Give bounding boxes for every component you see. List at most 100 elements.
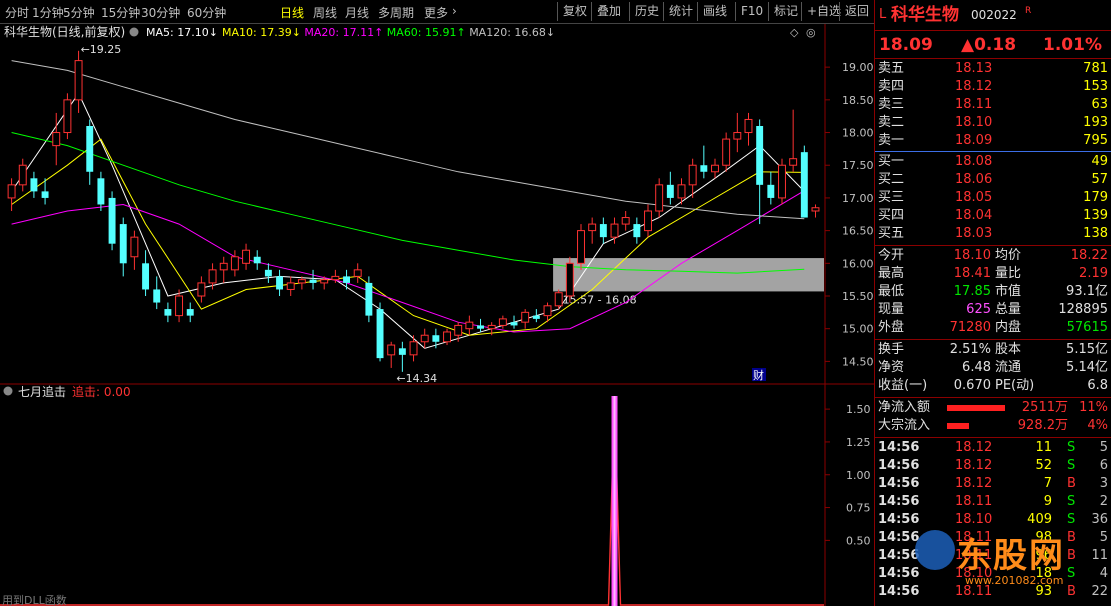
- candle-body: [744, 118, 753, 134]
- tick-price: 18.11: [955, 548, 993, 563]
- candle-body: [789, 158, 798, 166]
- bid-volume: 57: [1091, 172, 1108, 187]
- toolbar-button[interactable]: 叠加: [591, 2, 626, 21]
- period-tab[interactable]: 多周期: [378, 4, 414, 21]
- divider: [875, 397, 1111, 398]
- r-flag: R: [1025, 6, 1032, 16]
- candle-body: [286, 282, 295, 290]
- tick-price: 18.12: [955, 440, 993, 455]
- period-tab[interactable]: 15分钟: [101, 4, 140, 21]
- quote-header: L 科华生物 002022 R: [875, 4, 1111, 26]
- period-toolbar: 分时 1分钟 5分钟 15分钟 30分钟 60分钟 日线 周线 月线 多周期 更多 › 复权 叠加 历史 统计…: [0, 0, 874, 24]
- tick-side: S: [1067, 494, 1076, 509]
- price-change-pct: 1.01%: [1043, 35, 1102, 55]
- stat-label: 今开: [878, 248, 905, 263]
- sub-dropdown-icon[interactable]: [3, 386, 13, 396]
- tick-volume: 96: [1035, 548, 1052, 563]
- candle-body: [700, 165, 708, 172]
- divider: [875, 30, 1111, 31]
- stat-label: 净资: [878, 360, 905, 375]
- candle-body: [108, 197, 116, 244]
- stat-value: 17.85: [953, 284, 991, 299]
- dll-note: 用到DLL函数: [2, 594, 67, 606]
- stat-value: 5.14亿: [1066, 360, 1108, 375]
- ask-label: 卖五: [878, 61, 905, 76]
- divider: [875, 339, 1111, 340]
- ask-row: 卖四 18.12 153: [875, 78, 1111, 96]
- stat-label: 量比: [995, 266, 1022, 281]
- price-change: ▲0.18: [961, 35, 1017, 55]
- period-tab[interactable]: 1分钟: [32, 4, 64, 21]
- sub-y-tick-label: 0.75: [846, 502, 871, 515]
- candle-body: [387, 344, 396, 356]
- kline-chart[interactable]: 科华生物(日线,前复权) MA5: 17.10↓ MA10: 17.39↓ MA20:…: [0, 24, 874, 606]
- toolbar-button[interactable]: 历史: [629, 2, 664, 21]
- period-tab[interactable]: 更多: [424, 4, 448, 21]
- candle-body: [465, 321, 474, 330]
- stock-title: 科华生物(日线,前复权): [4, 24, 125, 39]
- tick-count: 36: [1091, 512, 1108, 527]
- toolbar-button[interactable]: 标记: [768, 2, 803, 21]
- tick-volume: 7: [1043, 476, 1052, 491]
- tick-time: 14:56: [878, 584, 920, 599]
- y-tick-label: 15.00: [842, 323, 874, 336]
- dropdown-icon[interactable]: [129, 27, 139, 37]
- stat-label: PE(动): [995, 378, 1035, 393]
- candle-body: [800, 152, 808, 218]
- y-tick-label: 18.50: [842, 94, 874, 107]
- stat-label: 股本: [995, 342, 1022, 357]
- bid-price: 18.03: [955, 226, 993, 241]
- ma-legend: MA120: 16.68↓: [469, 26, 555, 39]
- tick-count: 6: [1099, 458, 1108, 473]
- period-tab[interactable]: 5分钟: [63, 4, 95, 21]
- ask-row: 卖二 18.10 193: [875, 114, 1111, 132]
- stat-value: 71280: [949, 320, 991, 335]
- stat-label: 最高: [878, 266, 905, 281]
- bid-row: 买四 18.04 139: [875, 207, 1111, 225]
- ask-price: 18.11: [955, 97, 993, 112]
- stat-label: 现量: [878, 302, 905, 317]
- circle-icon[interactable]: ◎: [806, 26, 816, 39]
- cai-marker[interactable]: 财: [753, 368, 764, 382]
- bid-volume: 49: [1091, 154, 1108, 169]
- diamond-icon[interactable]: ◇: [790, 26, 799, 39]
- toolbar-button[interactable]: 统计: [663, 2, 698, 21]
- bid-price: 18.08: [955, 154, 993, 169]
- tick-row: 14:56 18.10 18 S 4: [875, 565, 1111, 583]
- period-tab[interactable]: 30分钟: [141, 4, 180, 21]
- toolbar-button[interactable]: F10: [735, 2, 768, 21]
- bid-volume: 138: [1083, 226, 1108, 241]
- indicator-spike-core: [613, 396, 616, 606]
- candle-body: [230, 256, 239, 271]
- stat-value: 18.41: [953, 266, 991, 281]
- ask-label: 卖二: [878, 115, 905, 130]
- bid-label: 买二: [878, 172, 905, 187]
- divider: [875, 245, 1111, 246]
- bid-row: 买五 18.03 138: [875, 225, 1111, 243]
- candle-body: [644, 210, 652, 232]
- period-tab[interactable]: 月线: [345, 4, 369, 21]
- toolbar-button[interactable]: 返回: [839, 2, 874, 21]
- period-tab[interactable]: 日线: [280, 4, 304, 21]
- ask-row: 卖三 18.11 63: [875, 96, 1111, 114]
- more-chevron-icon[interactable]: ›: [452, 4, 457, 18]
- tick-count: 22: [1091, 584, 1108, 599]
- stat-row: 现量 625 总量 128895: [875, 301, 1111, 319]
- toolbar-button[interactable]: 画线: [697, 2, 732, 21]
- period-tab[interactable]: 周线: [313, 4, 337, 21]
- bid-row: 买一 18.08 49: [875, 153, 1111, 171]
- divider: [875, 151, 1111, 152]
- tick-row: 14:56 18.12 11 S 5: [875, 439, 1111, 457]
- candle-body: [510, 322, 518, 326]
- y-tick-label: 19.00: [842, 61, 874, 74]
- candle-body: [599, 224, 607, 238]
- candle-body: [420, 334, 429, 343]
- candle-body: [276, 276, 284, 290]
- candle-body: [621, 217, 630, 225]
- period-tab[interactable]: 60分钟: [187, 4, 226, 21]
- sub-indicator-name: 七月追击: [18, 384, 66, 399]
- period-tab[interactable]: 分时: [5, 4, 29, 21]
- toolbar-button[interactable]: 复权: [557, 2, 592, 21]
- ma-line-ma5: [11, 92, 805, 349]
- candle-body: [767, 184, 775, 198]
